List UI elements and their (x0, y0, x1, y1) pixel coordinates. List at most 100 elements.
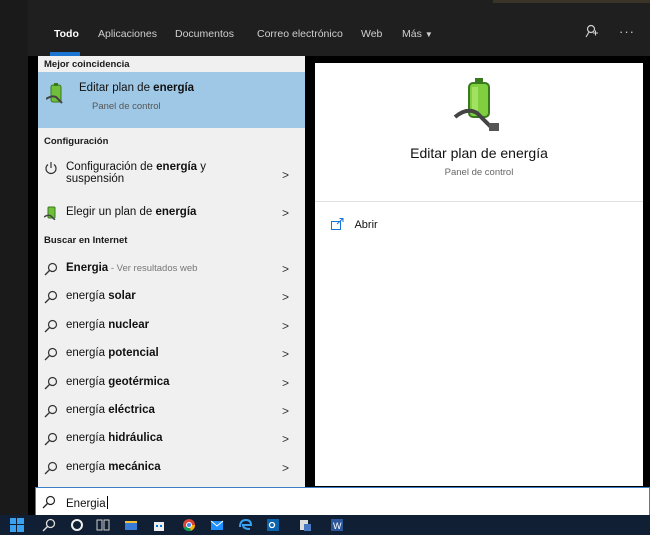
web-result-item[interactable]: energía potencial > (38, 340, 305, 368)
chrome-icon[interactable] (182, 518, 196, 532)
web-result-label: energía potencial (66, 347, 159, 359)
chevron-right-icon[interactable]: > (282, 347, 289, 361)
left-strip (0, 0, 28, 515)
web-result-prefix: energía (66, 460, 109, 473)
search-icon (44, 291, 58, 304)
settings-item-prefix: Configuración de (66, 161, 157, 173)
web-result-bold: hidráulica (108, 432, 163, 445)
chevron-right-icon[interactable]: > (282, 168, 289, 182)
svg-text:W: W (333, 521, 342, 531)
web-result-prefix: energía (66, 375, 109, 388)
power-plan-battery-icon (46, 83, 63, 104)
word-icon[interactable]: W (330, 518, 344, 532)
chevron-right-icon[interactable]: > (282, 376, 289, 390)
web-result-item[interactable]: Energia - Ver resultados web > (38, 255, 305, 283)
best-match-subtitle: Panel de control (92, 101, 161, 112)
search-box[interactable]: Energia (35, 487, 650, 516)
web-result-prefix: energía (66, 290, 109, 303)
open-action[interactable]: Abrir (331, 218, 378, 231)
chevron-right-icon[interactable]: > (282, 432, 289, 446)
best-match-title-prefix: Editar plan de (79, 82, 154, 94)
tab-mas-label: Más (402, 28, 422, 40)
web-result-label: energía mecánica (66, 461, 161, 473)
web-result-item[interactable]: energía hidráulica > (38, 425, 305, 453)
settings-item-power-plan[interactable]: Elegir un plan de energía > (38, 199, 305, 227)
search-icon (44, 433, 58, 446)
preview-panel: Editar plan de energía Panel de control … (315, 63, 643, 486)
search-tabs-bar: Todo Aplicaciones Documentos Correo elec… (28, 0, 650, 56)
search-icon (44, 404, 58, 418)
settings-item-bold: energía (156, 161, 198, 173)
search-input[interactable]: Energia (66, 496, 108, 510)
section-best-match: Mejor coincidencia (44, 59, 130, 70)
text-cursor (106, 496, 108, 509)
edge-icon[interactable] (238, 518, 252, 532)
tab-web[interactable]: Web (361, 28, 382, 40)
web-result-prefix: energía (66, 347, 109, 360)
open-label: Abrir (354, 219, 378, 231)
web-result-label: energía nuclear (66, 319, 149, 331)
web-result-bold: mecánica (108, 460, 161, 473)
power-plan-battery-icon (44, 206, 56, 220)
open-icon (331, 218, 344, 230)
outlook-icon[interactable] (266, 518, 280, 532)
taskbar: W (0, 515, 650, 535)
web-result-bold: eléctrica (108, 404, 155, 416)
caret-down-icon: ▼ (424, 30, 433, 39)
search-icon (44, 348, 58, 361)
web-result-bold: geotérmica (108, 375, 170, 388)
feedback-icon[interactable] (585, 24, 599, 41)
file-explorer-icon[interactable] (124, 518, 138, 532)
web-result-bold: potencial (108, 347, 159, 360)
best-match-title-bold: energía (153, 82, 195, 94)
search-icon (44, 376, 58, 390)
settings-item-bold: energía (155, 206, 197, 218)
web-result-suffix: - Ver resultados web (108, 263, 198, 274)
power-icon (45, 162, 57, 175)
power-plan-battery-icon (453, 78, 499, 131)
web-result-label: Energia - Ver resultados web (66, 262, 197, 274)
tab-correo[interactable]: Correo electrónico (257, 28, 343, 40)
search-icon[interactable] (42, 518, 56, 532)
mail-icon[interactable] (210, 518, 224, 532)
web-result-item[interactable]: energía nuclear > (38, 312, 305, 340)
preview-subtitle: Panel de control (444, 167, 514, 178)
task-view-icon[interactable] (96, 518, 110, 532)
search-icon (44, 461, 58, 475)
chevron-right-icon[interactable]: > (282, 404, 289, 418)
tab-todo[interactable]: Todo (54, 28, 79, 40)
settings-item-after: y (197, 161, 207, 173)
search-icon (44, 319, 58, 333)
top-accent-line (493, 0, 650, 3)
windows-start-icon[interactable] (10, 518, 24, 532)
web-result-item[interactable]: energía solar > (38, 283, 305, 311)
search-icon (44, 262, 58, 276)
web-result-item[interactable]: energía geotérmica > (38, 369, 305, 397)
chevron-right-icon[interactable]: > (282, 461, 289, 475)
best-match-title: Editar plan de energía (79, 82, 194, 94)
tab-aplicaciones[interactable]: Aplicaciones (98, 28, 157, 40)
web-result-label: energía geotérmica (66, 376, 170, 388)
chevron-right-icon[interactable]: > (282, 319, 289, 333)
settings-item-prefix: Elegir un plan de (66, 206, 156, 218)
web-result-item[interactable]: energía mecánica > (38, 454, 305, 482)
results-panel: Mejor coincidencia Editar plan de energí… (38, 56, 305, 488)
chevron-right-icon[interactable]: > (282, 262, 289, 276)
web-result-label: energía hidráulica (66, 432, 163, 444)
web-result-prefix: energía (66, 432, 109, 445)
chevron-right-icon[interactable]: > (282, 206, 289, 220)
app-icon[interactable] (298, 518, 312, 532)
settings-item-line2: suspensión (66, 173, 125, 185)
cortana-icon[interactable] (70, 518, 84, 532)
web-result-bold: Energia (66, 262, 109, 274)
tab-documentos[interactable]: Documentos (175, 28, 234, 40)
preview-divider (315, 201, 643, 202)
tab-mas[interactable]: Más ▼ (402, 28, 433, 40)
store-icon[interactable] (152, 518, 166, 532)
more-options-icon[interactable]: ··· (619, 24, 635, 39)
chevron-right-icon[interactable]: > (282, 290, 289, 304)
best-match-item[interactable]: Editar plan de energía Panel de control (38, 72, 305, 128)
settings-item-power-sleep[interactable]: Configuración de energía y suspensión > (38, 154, 305, 194)
search-icon (42, 495, 56, 509)
web-result-item[interactable]: energía eléctrica > (38, 397, 305, 425)
